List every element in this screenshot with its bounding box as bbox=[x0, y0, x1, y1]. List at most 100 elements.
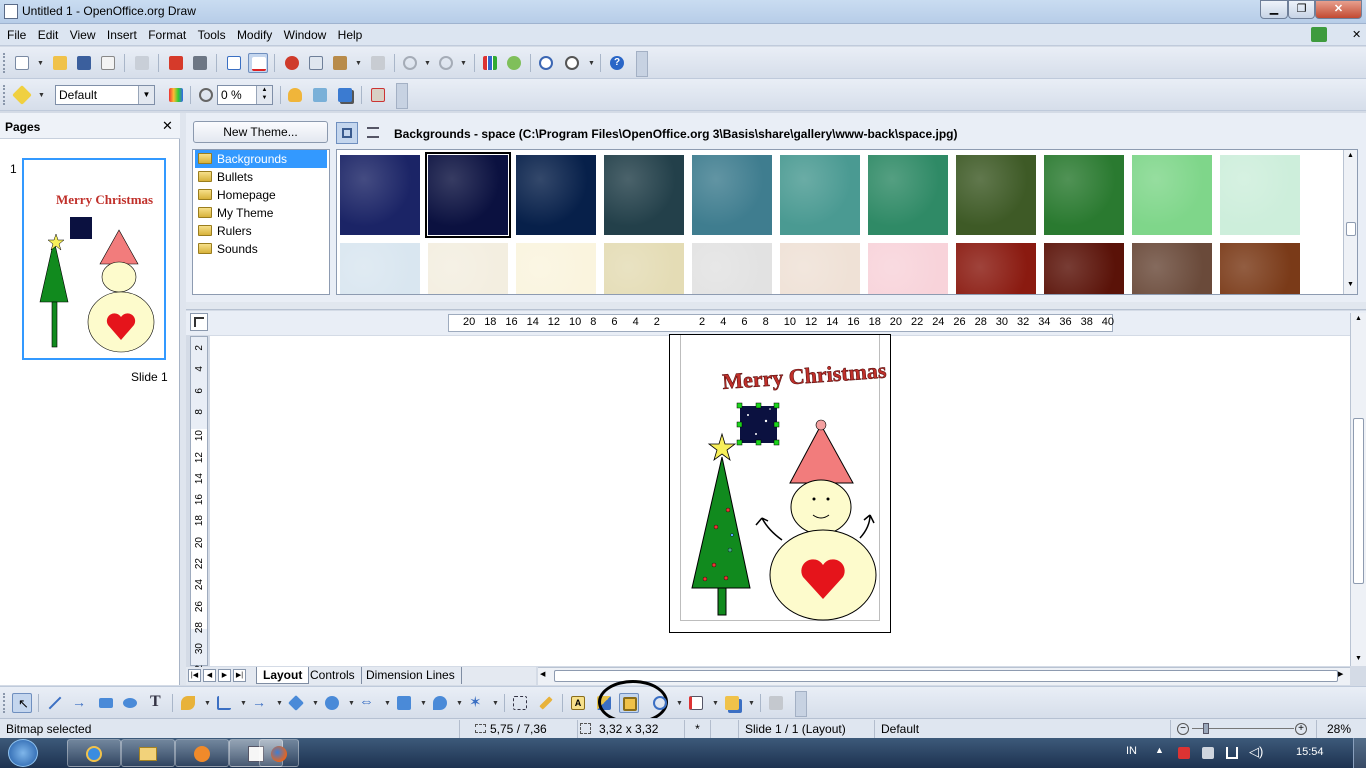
canvas-hscrollbar[interactable]: ◀ ▶ bbox=[538, 667, 1350, 685]
last-tab-icon[interactable]: ▶| bbox=[233, 669, 246, 682]
chevron-down-icon[interactable]: ▼ bbox=[348, 700, 355, 707]
zoom-icon[interactable] bbox=[562, 53, 582, 73]
canvas-hscroll-thumb[interactable] bbox=[554, 670, 1338, 682]
icon-view-button[interactable] bbox=[336, 122, 358, 144]
status-zoom[interactable]: 28% bbox=[1316, 720, 1366, 738]
toolbar-grip[interactable] bbox=[3, 693, 6, 713]
gallery-thumbnail[interactable] bbox=[956, 155, 1036, 235]
lines-arrows-tool[interactable]: → bbox=[250, 693, 270, 713]
scroll-left-icon[interactable]: ◀ bbox=[540, 670, 545, 678]
tray-expand-icon[interactable]: ▲ bbox=[1155, 745, 1164, 755]
gallery-thumbnail[interactable] bbox=[516, 155, 596, 235]
save-button[interactable] bbox=[74, 53, 94, 73]
gluepoints-tool[interactable] bbox=[536, 693, 556, 713]
clone-format-icon[interactable] bbox=[368, 53, 388, 73]
tab-stop-selector[interactable] bbox=[190, 313, 208, 331]
drawing-page[interactable]: Merry Christmas bbox=[669, 334, 891, 633]
redo-icon[interactable] bbox=[436, 53, 456, 73]
gallery-thumbnail[interactable] bbox=[516, 243, 596, 294]
status-modified[interactable]: * bbox=[685, 720, 711, 738]
navigator-compass-icon[interactable] bbox=[536, 53, 556, 73]
new-dropdown-icon[interactable]: ▼ bbox=[37, 60, 44, 67]
gallery-thumbnail[interactable] bbox=[340, 155, 420, 235]
edit-file-button[interactable] bbox=[132, 53, 152, 73]
cut-icon[interactable] bbox=[282, 53, 302, 73]
detailed-view-button[interactable] bbox=[362, 122, 384, 144]
chevron-down-icon[interactable]: ▼ bbox=[138, 86, 154, 104]
menu-modify[interactable]: Modify bbox=[233, 24, 276, 46]
tab-dimension-lines[interactable]: Dimension Lines bbox=[360, 667, 462, 684]
alignment-tool[interactable] bbox=[686, 693, 706, 713]
styles-formatting-icon[interactable] bbox=[166, 85, 186, 105]
gallery-thumbnail[interactable] bbox=[604, 155, 684, 235]
gallery-splitter[interactable] bbox=[186, 302, 1366, 310]
line-tool[interactable] bbox=[44, 693, 64, 713]
effects-icon[interactable] bbox=[12, 85, 32, 105]
extrusion-toggle[interactable] bbox=[766, 693, 786, 713]
shadow-icon[interactable] bbox=[335, 85, 355, 105]
prev-tab-icon[interactable]: ◀ bbox=[203, 669, 216, 682]
open-button[interactable] bbox=[50, 53, 70, 73]
zoom-dropdown-icon[interactable]: ▼ bbox=[588, 60, 595, 67]
scroll-up-icon[interactable]: ▲ bbox=[1355, 315, 1362, 322]
block-arrows-tool[interactable]: ⇔ bbox=[358, 693, 378, 713]
gallery-thumbnail[interactable] bbox=[692, 243, 772, 294]
start-button[interactable] bbox=[8, 739, 38, 767]
taskbar-ie[interactable] bbox=[67, 739, 121, 767]
gallery-thumbnail[interactable] bbox=[780, 243, 860, 294]
chevron-down-icon[interactable]: ▼ bbox=[676, 700, 683, 707]
scroll-up-icon[interactable]: ▲ bbox=[1347, 152, 1354, 159]
canvas-vscrollbar[interactable]: ▲ ▼ bbox=[1350, 313, 1366, 666]
gallery-thumbnail[interactable] bbox=[1132, 243, 1212, 294]
menu-format[interactable]: Format bbox=[144, 24, 190, 46]
chevron-down-icon[interactable]: ▼ bbox=[748, 700, 755, 707]
zoom-out-icon[interactable]: − bbox=[1177, 723, 1189, 735]
gallery-thumbnail[interactable] bbox=[692, 155, 772, 235]
style-select[interactable]: Default ▼ bbox=[55, 85, 155, 105]
toolbar-grip[interactable] bbox=[3, 85, 6, 105]
chevron-down-icon[interactable]: ▼ bbox=[276, 700, 283, 707]
print-button[interactable] bbox=[190, 53, 210, 73]
toolbar-grip[interactable] bbox=[3, 53, 6, 73]
show-desktop-button[interactable] bbox=[1353, 738, 1366, 768]
gallery-thumbnail[interactable] bbox=[868, 155, 948, 235]
gallery-thumbnail[interactable] bbox=[956, 243, 1036, 294]
gallery-thumbnail[interactable] bbox=[1220, 243, 1300, 294]
chevron-down-icon[interactable]: ▼ bbox=[240, 700, 247, 707]
autospellcheck-button[interactable] bbox=[248, 53, 268, 73]
crop-icon[interactable] bbox=[368, 85, 388, 105]
tab-layout[interactable]: Layout bbox=[256, 667, 310, 684]
menu-edit[interactable]: Edit bbox=[34, 24, 63, 46]
transparency-spin[interactable]: 0 % ▲ ▼ bbox=[217, 85, 273, 105]
chevron-down-icon[interactable]: ▼ bbox=[312, 700, 319, 707]
taskbar-clock[interactable]: 15:54 bbox=[1296, 746, 1324, 758]
undo-dropdown-icon[interactable]: ▼ bbox=[424, 60, 431, 67]
tab-controls[interactable]: Controls bbox=[304, 667, 362, 684]
basic-shapes-tool[interactable] bbox=[286, 693, 306, 713]
toolbar-overflow-button[interactable] bbox=[636, 51, 648, 77]
taskbar-firefox[interactable] bbox=[259, 739, 299, 767]
theme-homepage[interactable]: Homepage bbox=[195, 186, 327, 204]
paste-dropdown-icon[interactable]: ▼ bbox=[355, 60, 362, 67]
toolbar-overflow-button[interactable] bbox=[795, 691, 807, 717]
symbol-shapes-tool[interactable] bbox=[322, 693, 342, 713]
spellcheck-button[interactable] bbox=[224, 53, 244, 73]
line-icon[interactable] bbox=[285, 85, 305, 105]
gallery-scrollbar[interactable]: ▲ ▼ bbox=[1343, 150, 1357, 294]
chart-icon[interactable] bbox=[480, 53, 500, 73]
menu-help[interactable]: Help bbox=[334, 24, 367, 46]
close-button[interactable]: ✕ bbox=[1315, 0, 1362, 19]
gallery-scroll-thumb[interactable] bbox=[1346, 222, 1356, 236]
chevron-down-icon[interactable]: ▼ bbox=[384, 700, 391, 707]
menu-tools[interactable]: Tools bbox=[194, 24, 230, 46]
chevron-down-icon[interactable]: ▼ bbox=[712, 700, 719, 707]
gallery-thumbnail-selected[interactable] bbox=[425, 152, 511, 238]
scroll-right-icon[interactable]: ▶ bbox=[1338, 670, 1343, 678]
curve-tool[interactable] bbox=[178, 693, 198, 713]
gallery-thumbnail[interactable] bbox=[1220, 155, 1300, 235]
copy-icon[interactable] bbox=[306, 53, 326, 73]
theme-sounds[interactable]: Sounds bbox=[195, 240, 327, 258]
zoom-slider-thumb[interactable] bbox=[1203, 723, 1209, 734]
gallery-thumbnail[interactable] bbox=[868, 243, 948, 294]
ellipse-tool[interactable] bbox=[120, 693, 140, 713]
